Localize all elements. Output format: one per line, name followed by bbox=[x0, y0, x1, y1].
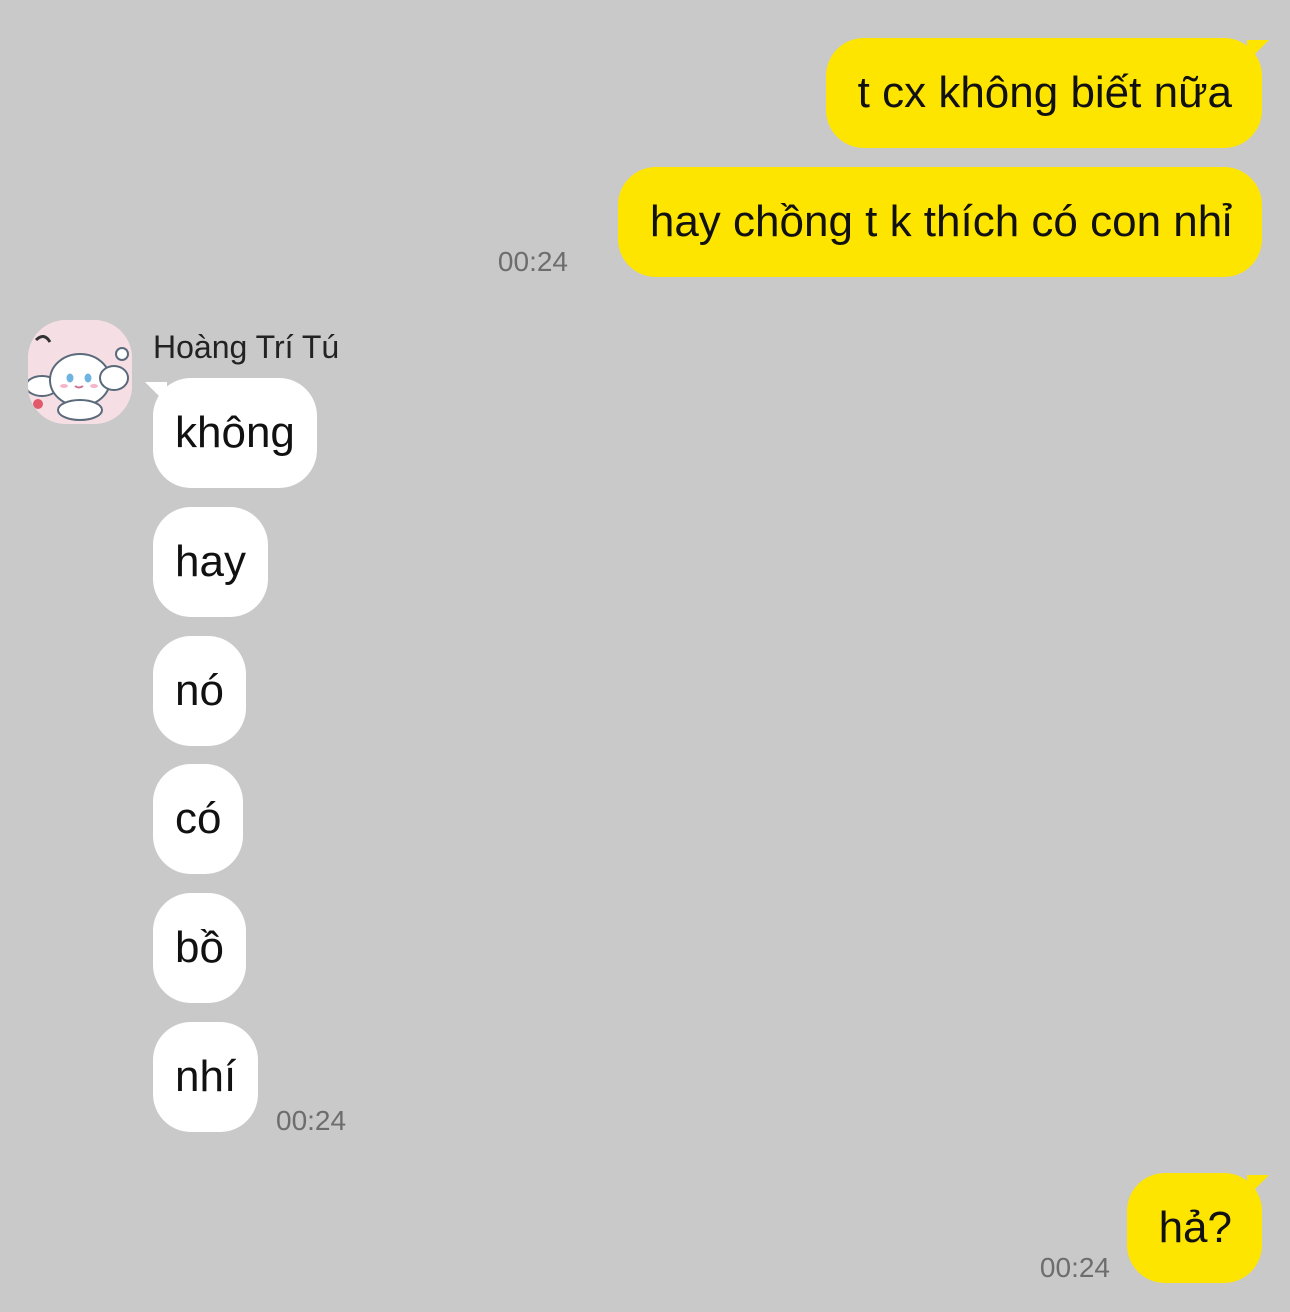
outgoing-bubble-tail bbox=[1247, 40, 1269, 62]
outgoing-message-bubble[interactable]: hả? bbox=[1126, 1173, 1262, 1283]
sender-name: Hoàng Trí Tú bbox=[153, 329, 340, 365]
message-text: không bbox=[175, 408, 295, 457]
sender-avatar[interactable] bbox=[28, 320, 132, 424]
message-text: nó bbox=[175, 666, 224, 715]
message-text: hay bbox=[175, 537, 246, 586]
message-text: nhí bbox=[175, 1052, 237, 1101]
message-text: t cx không biết nữa bbox=[857, 68, 1232, 117]
message-text: hả? bbox=[1158, 1203, 1232, 1252]
incoming-message-bubble[interactable]: hay bbox=[153, 507, 268, 617]
incoming-message-bubble[interactable]: nó bbox=[153, 636, 246, 746]
incoming-message-bubble[interactable]: có bbox=[153, 764, 244, 874]
outgoing-message-bubble[interactable]: hay chồng t k thích có con nhỉ bbox=[617, 167, 1262, 277]
incoming-message-bubble[interactable]: bồ bbox=[153, 893, 246, 1003]
message-text: hay chồng t k thích có con nhỉ bbox=[649, 197, 1232, 246]
message-timestamp: 00:24 bbox=[276, 1105, 347, 1136]
incoming-message-bubble[interactable]: nhí bbox=[153, 1022, 259, 1132]
outgoing-message-bubble[interactable]: t cx không biết nữa bbox=[825, 38, 1262, 148]
cinnamoroll-avatar-icon bbox=[28, 320, 132, 424]
message-timestamp: 00:24 bbox=[497, 246, 568, 277]
incoming-message-bubble[interactable]: không bbox=[153, 378, 317, 488]
message-text: bồ bbox=[175, 923, 224, 972]
message-timestamp: 00:24 bbox=[1039, 1252, 1110, 1283]
message-text: có bbox=[175, 794, 222, 843]
outgoing-bubble-tail bbox=[1247, 1175, 1269, 1197]
